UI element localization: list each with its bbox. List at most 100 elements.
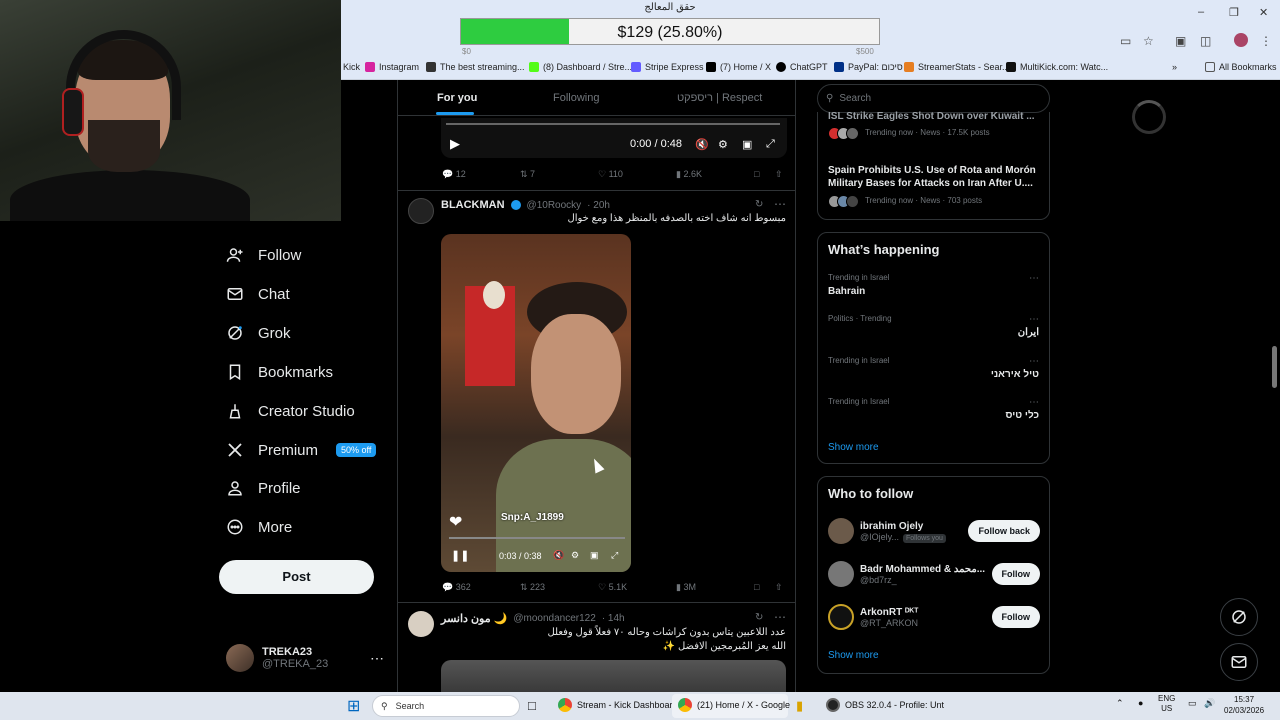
bookmark-stripe[interactable]: Stripe Express: [631, 62, 704, 72]
follow-back-button[interactable]: Follow back: [968, 520, 1040, 542]
tray-overflow-icon[interactable]: ⌃: [1116, 698, 1124, 709]
play-icon[interactable]: ▶: [450, 136, 460, 152]
sidebar-item-chat[interactable]: Chat: [226, 285, 290, 303]
all-bookmarks[interactable]: All Bookmarks: [1205, 62, 1277, 72]
bookmarks-overflow-icon[interactable]: »: [1172, 62, 1177, 72]
views-button[interactable]: ▮ 3M: [676, 582, 696, 593]
taskbar-app-obs[interactable]: OBS 32.0.4 - Profile: Unt: [826, 698, 944, 712]
news-title[interactable]: Spain Prohibits U.S. Use of Rota and Mor…: [828, 164, 1040, 190]
trend-item[interactable]: טיל איראני: [991, 369, 1039, 380]
tweet-author[interactable]: مون دانسر 🌙: [441, 612, 507, 625]
share-icon[interactable]: ⇧: [775, 169, 783, 180]
bookmark-x-home[interactable]: (7) Home / X: [706, 62, 771, 72]
notepad-icon[interactable]: □: [528, 698, 536, 713]
account-more-icon[interactable]: ⋯: [370, 650, 384, 667]
sidebar-item-premium[interactable]: Premium 50% off: [226, 441, 377, 459]
trend-item[interactable]: כלי טיס: [1005, 410, 1039, 421]
mute-icon[interactable]: 🔇: [553, 550, 564, 561]
like-button[interactable]: ♡ 5.1K: [598, 582, 627, 593]
cast-icon[interactable]: ▭: [1120, 34, 1131, 48]
show-more-link[interactable]: Show more: [828, 650, 879, 661]
page-scrollbar[interactable]: [1272, 346, 1277, 388]
network-icon[interactable]: ▭: [1188, 698, 1197, 709]
reply-button[interactable]: 💬 362: [442, 582, 471, 593]
extension-icon[interactable]: ▣: [1175, 34, 1186, 48]
search-input[interactable]: ⚲ Search: [817, 84, 1050, 113]
views-button[interactable]: ▮ 2.6K: [676, 169, 702, 180]
volume-icon[interactable]: 🔊: [1204, 698, 1215, 709]
tweet-author[interactable]: BLACKMAN: [441, 199, 505, 211]
sidebar-item-creator-studio[interactable]: Creator Studio: [226, 402, 355, 420]
account-switcher[interactable]: TREKA23 @TREKA_23 ⋯: [226, 644, 384, 672]
tweet-video[interactable]: ❤ Snp:A_J1899 ❚❚ 0:03 / 0:38 🔇 ⚙ ▣ ⤢: [441, 234, 631, 572]
tweet-media[interactable]: [441, 660, 786, 692]
close-icon[interactable]: ✕: [1259, 6, 1268, 19]
follow-suggestion[interactable]: ArkonRT ᴰᴷᵀ @RT_ARKON Follow: [828, 604, 1040, 630]
reply-button[interactable]: 💬 12: [442, 169, 466, 180]
language-indicator[interactable]: ENG US: [1158, 694, 1175, 714]
avatar[interactable]: [408, 611, 434, 637]
bookmark-dashboard[interactable]: (8) Dashboard / Stre...: [529, 62, 632, 72]
tab-following[interactable]: Following: [553, 92, 599, 104]
grok-icon[interactable]: ↻: [755, 199, 763, 210]
news-title[interactable]: ISL Strike Eagles Shot Down over Kuwait …: [828, 110, 1040, 121]
trend-more-icon[interactable]: ⋯: [1029, 273, 1039, 284]
bookmark-chatgpt[interactable]: ChatGPT: [776, 62, 828, 72]
bookmark-streaming[interactable]: The best streaming...: [426, 62, 525, 72]
show-more-link[interactable]: Show more: [828, 442, 879, 453]
pip-icon[interactable]: ▣: [590, 550, 599, 561]
microphone-icon[interactable]: ●: [1138, 698, 1143, 708]
pip-icon[interactable]: ▣: [742, 138, 752, 151]
sidebar-item-follow[interactable]: Follow: [226, 246, 301, 264]
trend-item[interactable]: Bahrain: [828, 286, 865, 297]
follow-button[interactable]: Follow: [991, 563, 1040, 585]
grok-icon[interactable]: ↻: [755, 612, 763, 623]
tab-respect[interactable]: ריספקט | Respect: [677, 92, 762, 104]
fullscreen-icon[interactable]: ⤢: [766, 138, 775, 151]
avatar[interactable]: [408, 198, 434, 224]
bookmark-icon[interactable]: □: [754, 169, 759, 179]
bookmark-kick[interactable]: Kick: [343, 62, 360, 72]
tweet-handle[interactable]: @moondancer122: [513, 613, 595, 624]
bookmark-multikick[interactable]: MultiKick.com: Watc...: [1006, 62, 1108, 72]
taskbar-search[interactable]: ⚲ Search: [372, 695, 520, 717]
messages-float-button[interactable]: [1220, 643, 1258, 681]
sidebar-item-more[interactable]: More: [226, 518, 292, 536]
pause-icon[interactable]: ❚❚: [451, 549, 469, 562]
video-progress[interactable]: [449, 537, 625, 539]
share-icon[interactable]: ⇧: [775, 582, 783, 593]
follow-button[interactable]: Follow: [991, 606, 1040, 628]
trend-more-icon[interactable]: ⋯: [1029, 397, 1039, 408]
browser-menu-icon[interactable]: ⋮: [1260, 34, 1272, 48]
restore-icon[interactable]: ❐: [1229, 6, 1239, 19]
follow-suggestion[interactable]: ibrahim Ojely @IOjely... Follows you Foll…: [828, 518, 1040, 544]
puzzle-icon[interactable]: ◫: [1200, 34, 1211, 48]
trend-more-icon[interactable]: ⋯: [1029, 356, 1039, 367]
star-icon[interactable]: ☆: [1143, 34, 1154, 48]
grok-float-button[interactable]: [1220, 598, 1258, 636]
sidebar-item-profile[interactable]: Profile: [226, 479, 301, 497]
tweet-handle[interactable]: @10Roocky: [527, 200, 582, 211]
repost-button[interactable]: ⇅ 7: [520, 169, 535, 180]
repost-button[interactable]: ⇅ 223: [520, 582, 545, 593]
post-button[interactable]: Post: [219, 560, 374, 594]
fullscreen-icon[interactable]: ⤢: [611, 550, 618, 561]
minimize-icon[interactable]: –: [1198, 6, 1204, 18]
video-progress[interactable]: [446, 123, 780, 125]
follow-suggestion[interactable]: Badr Mohammed & محمد... @bd7rz_ Follow: [828, 561, 1040, 587]
trend-more-icon[interactable]: ⋯: [1029, 314, 1039, 325]
trend-item[interactable]: ایران: [1018, 327, 1039, 338]
start-icon[interactable]: ⊞: [347, 696, 360, 716]
file-explorer-icon[interactable]: ▮: [796, 698, 803, 714]
settings-icon[interactable]: ⚙: [718, 138, 728, 151]
sidebar-item-grok[interactable]: Grok: [226, 324, 291, 342]
tweet-more-icon[interactable]: ⋯: [774, 197, 786, 211]
taskbar-clock[interactable]: 15:37 02/03/2026: [1224, 694, 1264, 716]
like-button[interactable]: ♡ 110: [598, 169, 623, 180]
bookmark-icon[interactable]: □: [754, 582, 759, 592]
sidebar-item-bookmarks[interactable]: Bookmarks: [226, 363, 333, 381]
bookmark-streamerstats[interactable]: StreamerStats - Sear...: [904, 62, 1010, 72]
bookmark-paypal[interactable]: PayPal: סיכום: [834, 62, 903, 72]
taskbar-app-kick-dashboard[interactable]: Stream - Kick Dashboar: [558, 698, 673, 712]
bookmark-instagram[interactable]: Instagram: [365, 62, 419, 72]
